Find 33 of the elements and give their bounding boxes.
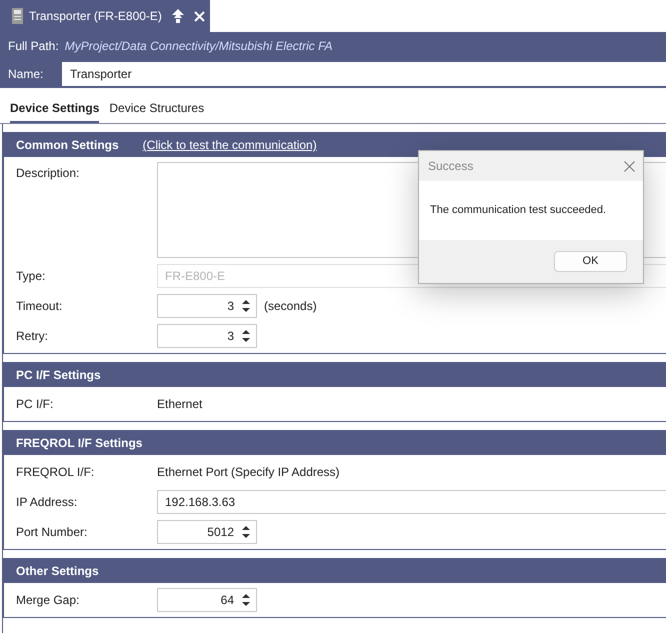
unit-label: (seconds): [264, 298, 317, 315]
field-label: Port Number:: [16, 524, 88, 541]
section-title: Other Settings: [16, 563, 99, 580]
test-communication-link[interactable]: (Click to test the communication): [142, 136, 317, 154]
field-label: Description:: [16, 165, 80, 182]
field-label: Retry:: [16, 328, 50, 345]
settings-tab[interactable]: Device Settings: [10, 99, 100, 123]
field-value: Ethernet Port (Specify IP Address): [157, 464, 340, 481]
field-label: IP Address:: [16, 494, 78, 511]
section-title: Common Settings: [16, 137, 119, 154]
field-label: Type:: [16, 268, 46, 285]
full-path-label: Full Path:: [8, 38, 59, 55]
document-tab[interactable]: Transporter (FR-E800-E): [0, 0, 210, 32]
number-field[interactable]: 5012: [157, 520, 257, 544]
field-label: PC I/F:: [16, 396, 54, 413]
tab-title: Transporter (FR-E800-E): [29, 8, 162, 25]
field-label: FREQROL I/F:: [16, 464, 96, 481]
text-field[interactable]: 192.168.3.63: [157, 490, 666, 514]
name-label: Name:: [8, 66, 44, 83]
section-title: FREQROL I/F Settings: [16, 435, 142, 452]
field-label: Timeout:: [16, 298, 64, 315]
field-value: Ethernet: [157, 396, 202, 413]
dialog-message: The communication test succeeded.: [430, 203, 606, 218]
full-path-value: MyProject/Data Connectivity/Mitsubishi Electric FA: [64, 38, 333, 55]
field-label: Merge Gap:: [16, 592, 80, 609]
number-field[interactable]: 64: [157, 588, 257, 612]
name-field[interactable]: Transporter: [62, 62, 666, 86]
section-title: PC I/F Settings: [16, 367, 101, 384]
dialog-title: Success: [428, 158, 474, 175]
ok-button[interactable]: OK: [554, 251, 627, 272]
number-field[interactable]: 3: [157, 294, 257, 318]
number-field[interactable]: 3: [157, 324, 257, 348]
settings-tab[interactable]: Device Structures: [109, 99, 204, 123]
